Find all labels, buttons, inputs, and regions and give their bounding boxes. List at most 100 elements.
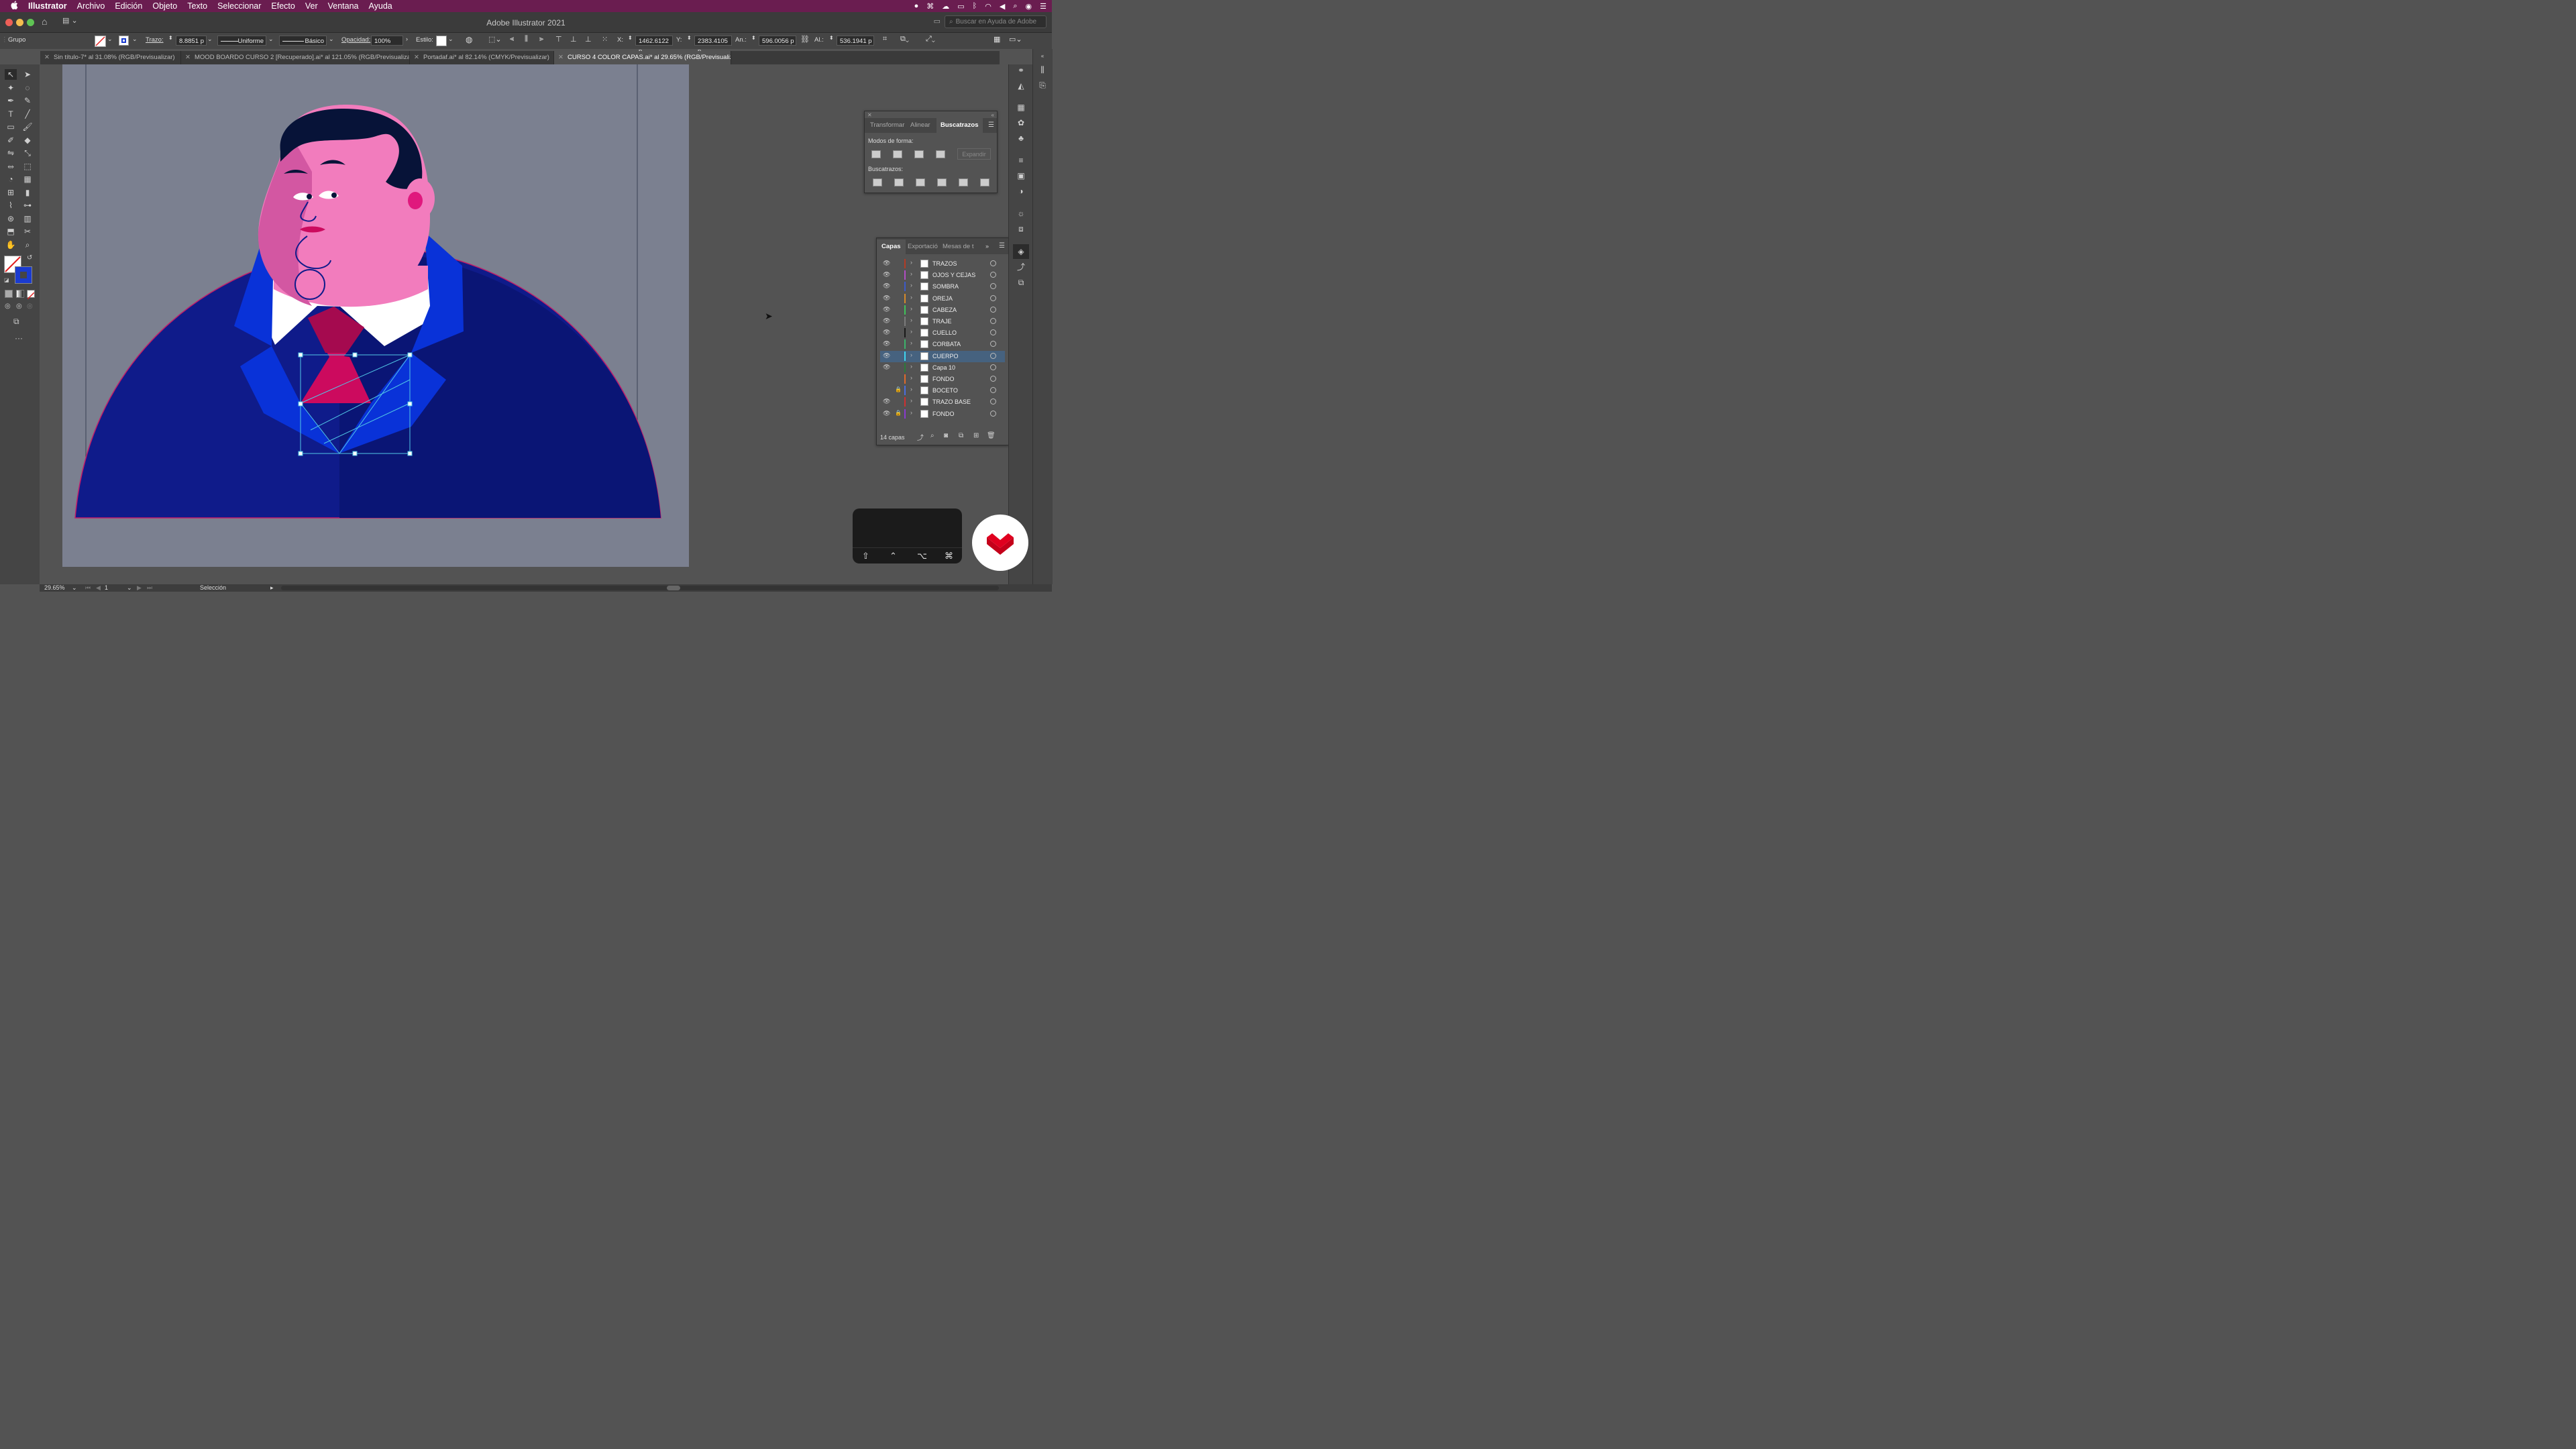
expand-chevron-icon[interactable]: › [910, 409, 912, 416]
layer-row[interactable]: 👁 › CABEZA [880, 305, 1005, 316]
last-artboard-icon[interactable]: ⏭ [147, 584, 152, 592]
option-key-icon[interactable]: ⌥ [917, 551, 927, 561]
brushes-icon[interactable]: ✿ [1016, 118, 1026, 127]
layer-name[interactable]: TRAJE [932, 318, 952, 325]
visibility-eye-icon[interactable]: 👁 [883, 364, 890, 371]
layer-row[interactable]: 👁 › CORBATA [880, 339, 1005, 350]
default-fill-stroke-icon[interactable]: ◪ [4, 277, 9, 283]
fill-swatch[interactable] [95, 36, 106, 47]
width-tool-icon[interactable]: ⥈ [5, 161, 17, 172]
lock-icon[interactable]: 🔒 [895, 410, 902, 416]
layer-name[interactable]: OREJA [932, 295, 953, 302]
variable-width-profile-select[interactable]: Uniforme [217, 36, 266, 46]
outline-button[interactable] [959, 178, 968, 186]
expand-chevron-icon[interactable]: › [910, 397, 912, 404]
selection-tool-icon[interactable]: ↖ [5, 69, 17, 80]
expand-chevron-icon[interactable]: › [910, 352, 912, 358]
target-circle-icon[interactable] [990, 272, 996, 278]
tab-transformar[interactable]: Transformar [870, 118, 904, 133]
visibility-eye-icon[interactable]: 👁 [883, 282, 890, 290]
menu-edicion[interactable]: Edición [115, 1, 142, 11]
x-stepper-icon[interactable]: ⬍ [628, 35, 633, 41]
visibility-eye-icon[interactable]: 👁 [883, 306, 890, 313]
artboard-canvas[interactable] [62, 64, 689, 567]
visibility-eye-icon[interactable]: 👁 [883, 317, 890, 325]
layer-row[interactable]: 🔒 › BOCETO [880, 385, 1005, 396]
layer-name[interactable]: FONDO [932, 411, 955, 417]
rectangle-tool-icon[interactable]: ▭ [5, 121, 17, 132]
stroke-weight-dropdown-icon[interactable]: ⌄ [207, 36, 213, 43]
expand-chevron-icon[interactable]: › [910, 363, 912, 370]
zoom-tool-icon[interactable]: ⌕ [21, 239, 34, 250]
collapse-panel-icon[interactable]: « [991, 112, 994, 118]
free-transform-tool-icon[interactable]: ⬚ [21, 161, 34, 172]
menu-objeto[interactable]: Objeto [152, 1, 177, 11]
symbol-sprayer-tool-icon[interactable]: ⊛ [5, 213, 17, 224]
zoom-dropdown-icon[interactable]: ⌄ [72, 584, 77, 592]
export-panel-icon[interactable]: ⎘ [1037, 80, 1048, 90]
none-mode-icon[interactable] [27, 290, 35, 300]
panel-menu-icon[interactable]: ☰ [999, 242, 1005, 250]
target-circle-icon[interactable] [990, 352, 996, 359]
menu-ventana[interactable]: Ventana [328, 1, 359, 11]
lock-icon[interactable]: 🔒 [895, 386, 902, 392]
transform-icon[interactable]: ⌗ [883, 35, 887, 44]
visibility-eye-icon[interactable]: 👁 [883, 398, 890, 405]
visibility-eye-icon[interactable]: 👁 [883, 340, 890, 347]
target-circle-icon[interactable] [990, 260, 996, 266]
target-circle-icon[interactable] [990, 329, 996, 336]
tab-sin-titulo-7[interactable]: ✕ Sin título-7* al 31.08% (RGB/Previsual… [40, 51, 181, 64]
width-stepper-icon[interactable]: ⬍ [751, 35, 756, 41]
visibility-eye-icon[interactable]: 👁 [883, 410, 890, 417]
type-tool-icon[interactable]: T [5, 109, 17, 119]
swatches-icon[interactable]: ▦ [1016, 103, 1026, 112]
tab-mood-boardo[interactable]: ✕ MOOD BOARDO CURSO 2 [Recuperado].ai* a… [181, 51, 410, 64]
volume-icon[interactable]: ◀ [1000, 2, 1005, 11]
merge-button[interactable] [916, 178, 925, 186]
layer-name[interactable]: TRAZOS [932, 260, 957, 267]
opacity-label[interactable]: Opacidad: [341, 36, 370, 44]
slice-tool-icon[interactable]: ✂ [21, 226, 34, 237]
style-dropdown-icon[interactable]: ⌄ [448, 36, 453, 43]
layer-row[interactable]: 👁 › SOMBRA [880, 281, 1005, 292]
unite-button[interactable] [871, 150, 881, 158]
edit-toolbar-icon[interactable]: ··· [15, 333, 23, 343]
draw-inside-icon[interactable]: ◎ [27, 303, 33, 310]
tab-portadaf[interactable]: ✕ Portadaf.ai* al 82.14% (CMYK/Previsual… [410, 51, 554, 64]
target-circle-icon[interactable] [990, 318, 996, 324]
graphic-style-swatch[interactable] [436, 36, 447, 46]
close-tab-icon[interactable]: ✕ [185, 51, 191, 64]
asset-export-icon[interactable]: ⤴ [1016, 262, 1026, 272]
eraser-tool-icon[interactable]: ◆ [21, 135, 34, 146]
stroke-stepper-icon[interactable]: ⬍ [168, 35, 173, 41]
previous-artboard-icon[interactable]: ◀ [96, 584, 101, 592]
create-sublayer-icon[interactable]: ⧉ [959, 432, 963, 439]
visibility-eye-icon[interactable]: 👁 [883, 271, 890, 278]
x-position-field[interactable]: 1462.6122 p [635, 36, 673, 55]
tab-curso-4-color-capas[interactable]: ✕ CURSO 4 COLOR CAPAS.ai* al 29.65% (RGB… [554, 51, 731, 64]
menu-archivo[interactable]: Archivo [77, 1, 105, 11]
align-center-h-icon[interactable]: ⫼ [525, 35, 528, 44]
width-field[interactable]: 596.0056 p [759, 36, 796, 46]
shape-builder-tool-icon[interactable]: ◔ [5, 174, 17, 184]
visibility-eye-icon[interactable]: 👁 [883, 294, 890, 302]
more-options-icon[interactable]: ⤢⌄ [926, 35, 935, 44]
next-artboard-icon[interactable]: ▶ [137, 584, 142, 592]
target-circle-icon[interactable] [990, 398, 996, 405]
control-key-icon[interactable]: ⌃ [890, 551, 897, 561]
fill-dropdown-icon[interactable]: ⌄ [107, 36, 113, 43]
align-center-v-icon[interactable]: ⊥ [570, 35, 577, 44]
gradient-tool-icon[interactable]: ▮ [21, 187, 34, 198]
spotlight-search-icon[interactable]: ⌕ [1013, 2, 1017, 11]
draw-normal-icon[interactable]: ◎ [5, 303, 11, 310]
tab-alinear[interactable]: Alinear [910, 118, 930, 133]
layer-row[interactable]: 👁 🔒 › FONDO [880, 409, 1005, 420]
artboards-icon[interactable]: ⧉ [1016, 278, 1026, 287]
close-tab-icon[interactable]: ✕ [414, 51, 419, 64]
expand-chevron-icon[interactable]: › [910, 374, 912, 381]
layer-row[interactable]: 👁 › OJOS Y CEJAS [880, 270, 1005, 281]
expand-chevron-icon[interactable]: › [910, 294, 912, 301]
appearance-icon[interactable]: ☼ [1016, 209, 1026, 218]
expand-chevron-icon[interactable]: › [910, 305, 912, 312]
target-circle-icon[interactable] [990, 376, 996, 382]
